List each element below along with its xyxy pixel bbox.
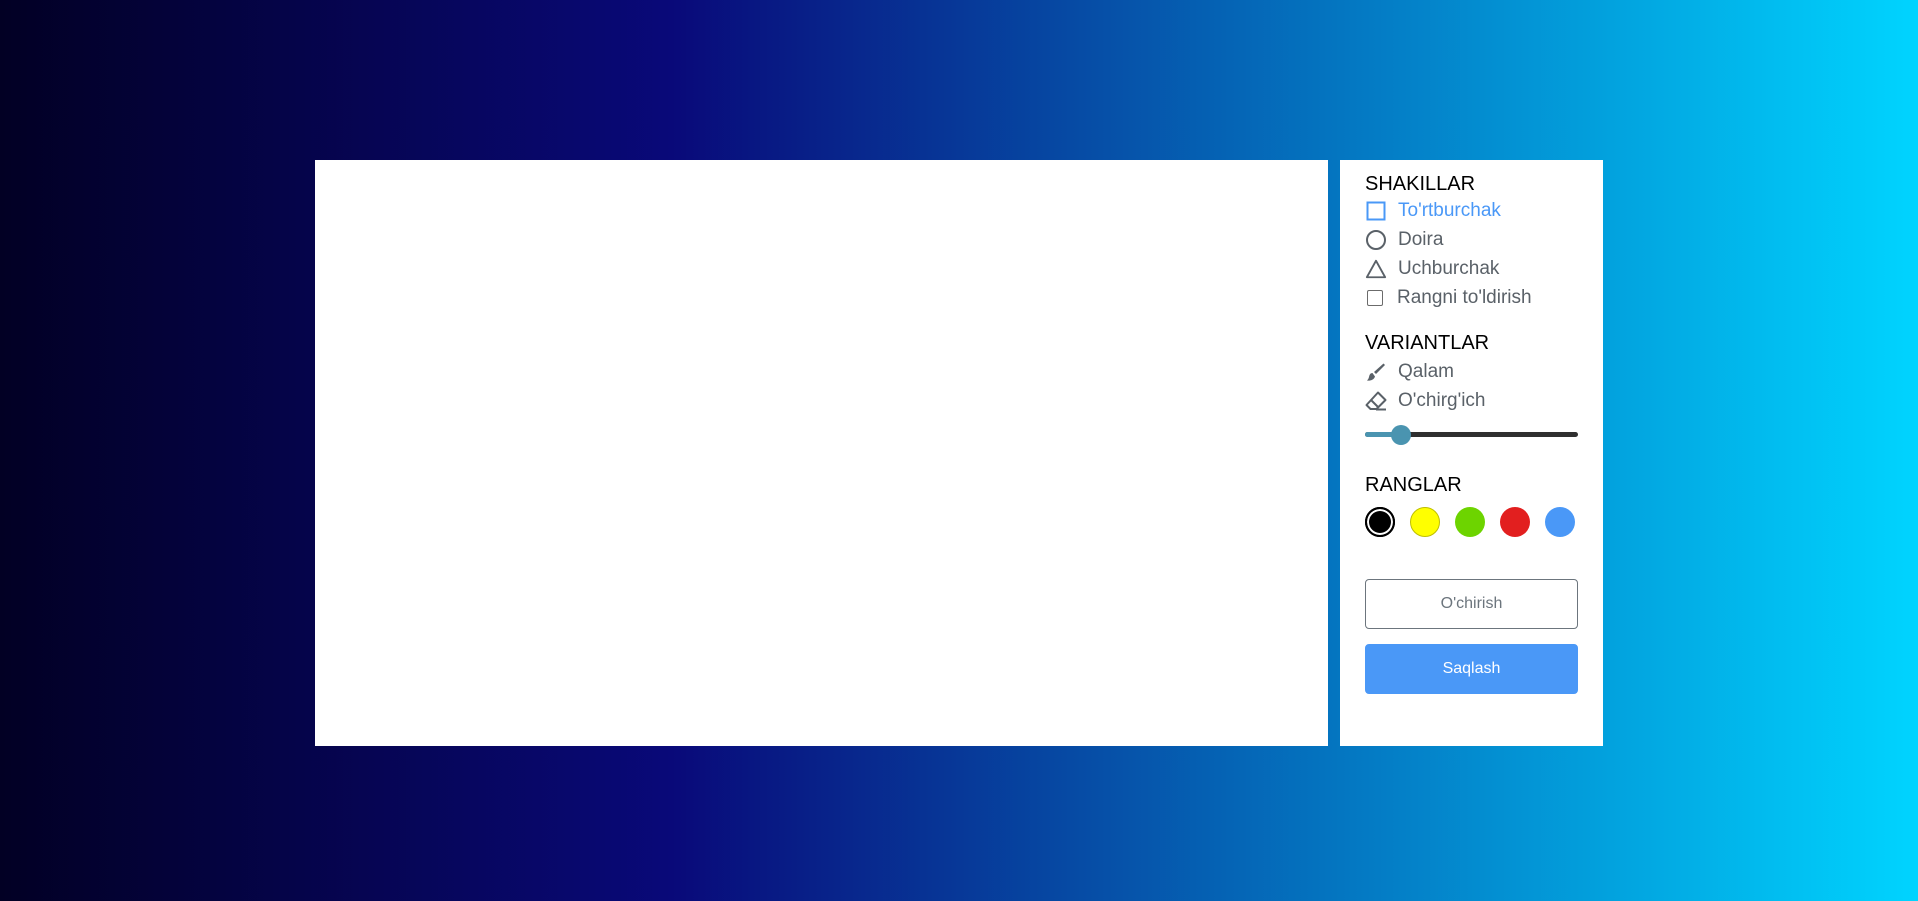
options-title: VARIANTLAR: [1365, 332, 1490, 354]
color-swatch-blue[interactable]: [1545, 507, 1575, 537]
drawing-canvas[interactable]: [315, 160, 1328, 746]
tool-triangle[interactable]: Uchburchak: [1365, 254, 1578, 283]
eraser-icon: [1365, 390, 1387, 412]
tool-eraser[interactable]: O'chirg'ich: [1365, 386, 1578, 415]
color-swatch-black[interactable]: [1365, 507, 1395, 537]
tool-brush[interactable]: Qalam: [1365, 357, 1578, 386]
fill-color-label: Rangni to'ldirish: [1397, 286, 1532, 308]
color-swatch-green[interactable]: [1455, 507, 1485, 537]
fill-color-option[interactable]: Rangni to'ldirish: [1365, 283, 1578, 312]
triangle-icon: [1365, 258, 1387, 280]
tool-brush-label: Qalam: [1398, 360, 1454, 382]
tools-panel: SHAKILLAR To'rtburchak Doira Uchburchak …: [1340, 160, 1603, 746]
color-swatch-red[interactable]: [1500, 507, 1530, 537]
brush-size-slider[interactable]: [1365, 419, 1578, 449]
color-swatch-yellow[interactable]: [1410, 507, 1440, 537]
square-icon: [1365, 200, 1387, 222]
tool-rectangle-label: To'rtburchak: [1398, 199, 1501, 221]
tool-eraser-label: O'chirg'ich: [1398, 389, 1486, 411]
circle-icon: [1365, 229, 1387, 251]
fill-color-checkbox[interactable]: [1367, 289, 1383, 306]
clear-canvas-button[interactable]: O'chirish: [1365, 579, 1578, 629]
slider-thumb[interactable]: [1391, 425, 1412, 445]
tool-circle-label: Doira: [1398, 228, 1444, 250]
save-image-button[interactable]: Saqlash: [1365, 644, 1578, 694]
tool-circle[interactable]: Doira: [1365, 225, 1578, 254]
tool-rectangle[interactable]: To'rtburchak: [1365, 196, 1578, 225]
colors-title: RANGLAR: [1365, 474, 1462, 496]
shapes-title: SHAKILLAR: [1365, 173, 1476, 195]
tool-triangle-label: Uchburchak: [1398, 257, 1500, 279]
brush-icon: [1365, 361, 1387, 383]
color-palette: [1365, 507, 1578, 537]
